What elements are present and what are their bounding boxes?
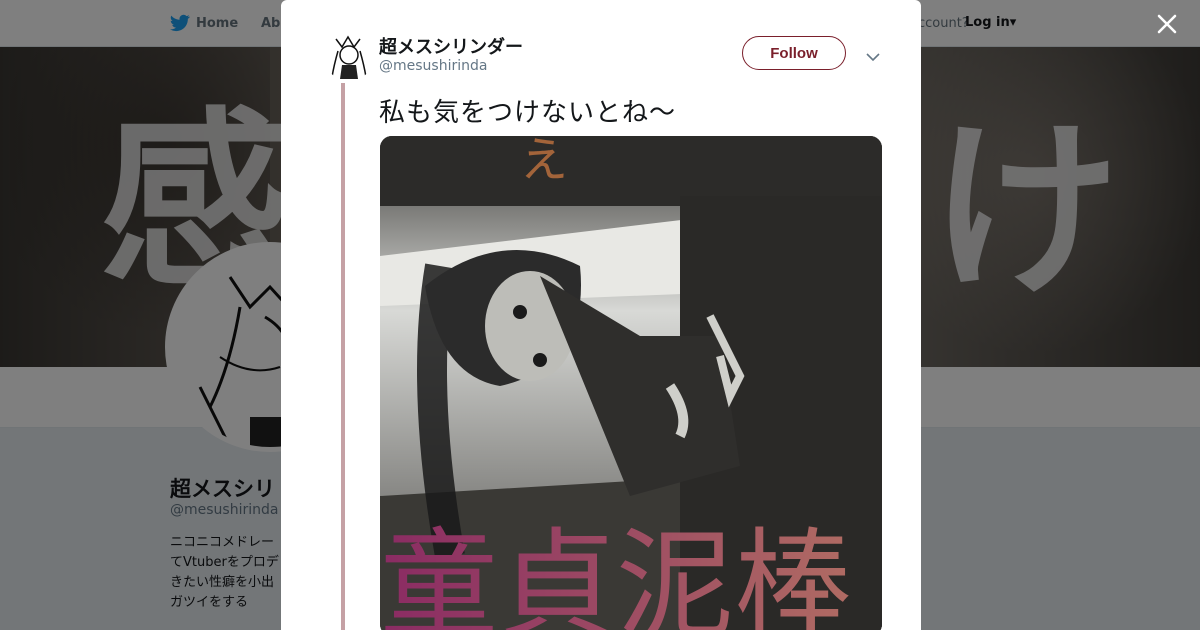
- tweet-text: 私も気をつけないとね～: [379, 98, 677, 128]
- close-icon[interactable]: [1155, 12, 1179, 36]
- author-avatar[interactable]: [324, 31, 374, 81]
- tweet-modal: 超メスシリンダー @mesushirinda Follow 私も気をつけないとね…: [281, 0, 921, 630]
- author-name[interactable]: 超メスシリンダー: [379, 33, 523, 59]
- manga-illustration: え 童貞泥棒: [380, 136, 882, 630]
- media-top-text: え: [520, 136, 568, 188]
- chevron-down-icon[interactable]: [865, 48, 881, 62]
- media-title-text: 童貞泥棒: [380, 516, 852, 630]
- author-handle[interactable]: @mesushirinda: [379, 58, 487, 74]
- follow-button[interactable]: Follow: [742, 36, 846, 70]
- thread-line: [341, 83, 345, 630]
- tweet-media-image[interactable]: え 童貞泥棒: [380, 136, 882, 630]
- author-avatar-illustration: [324, 31, 374, 81]
